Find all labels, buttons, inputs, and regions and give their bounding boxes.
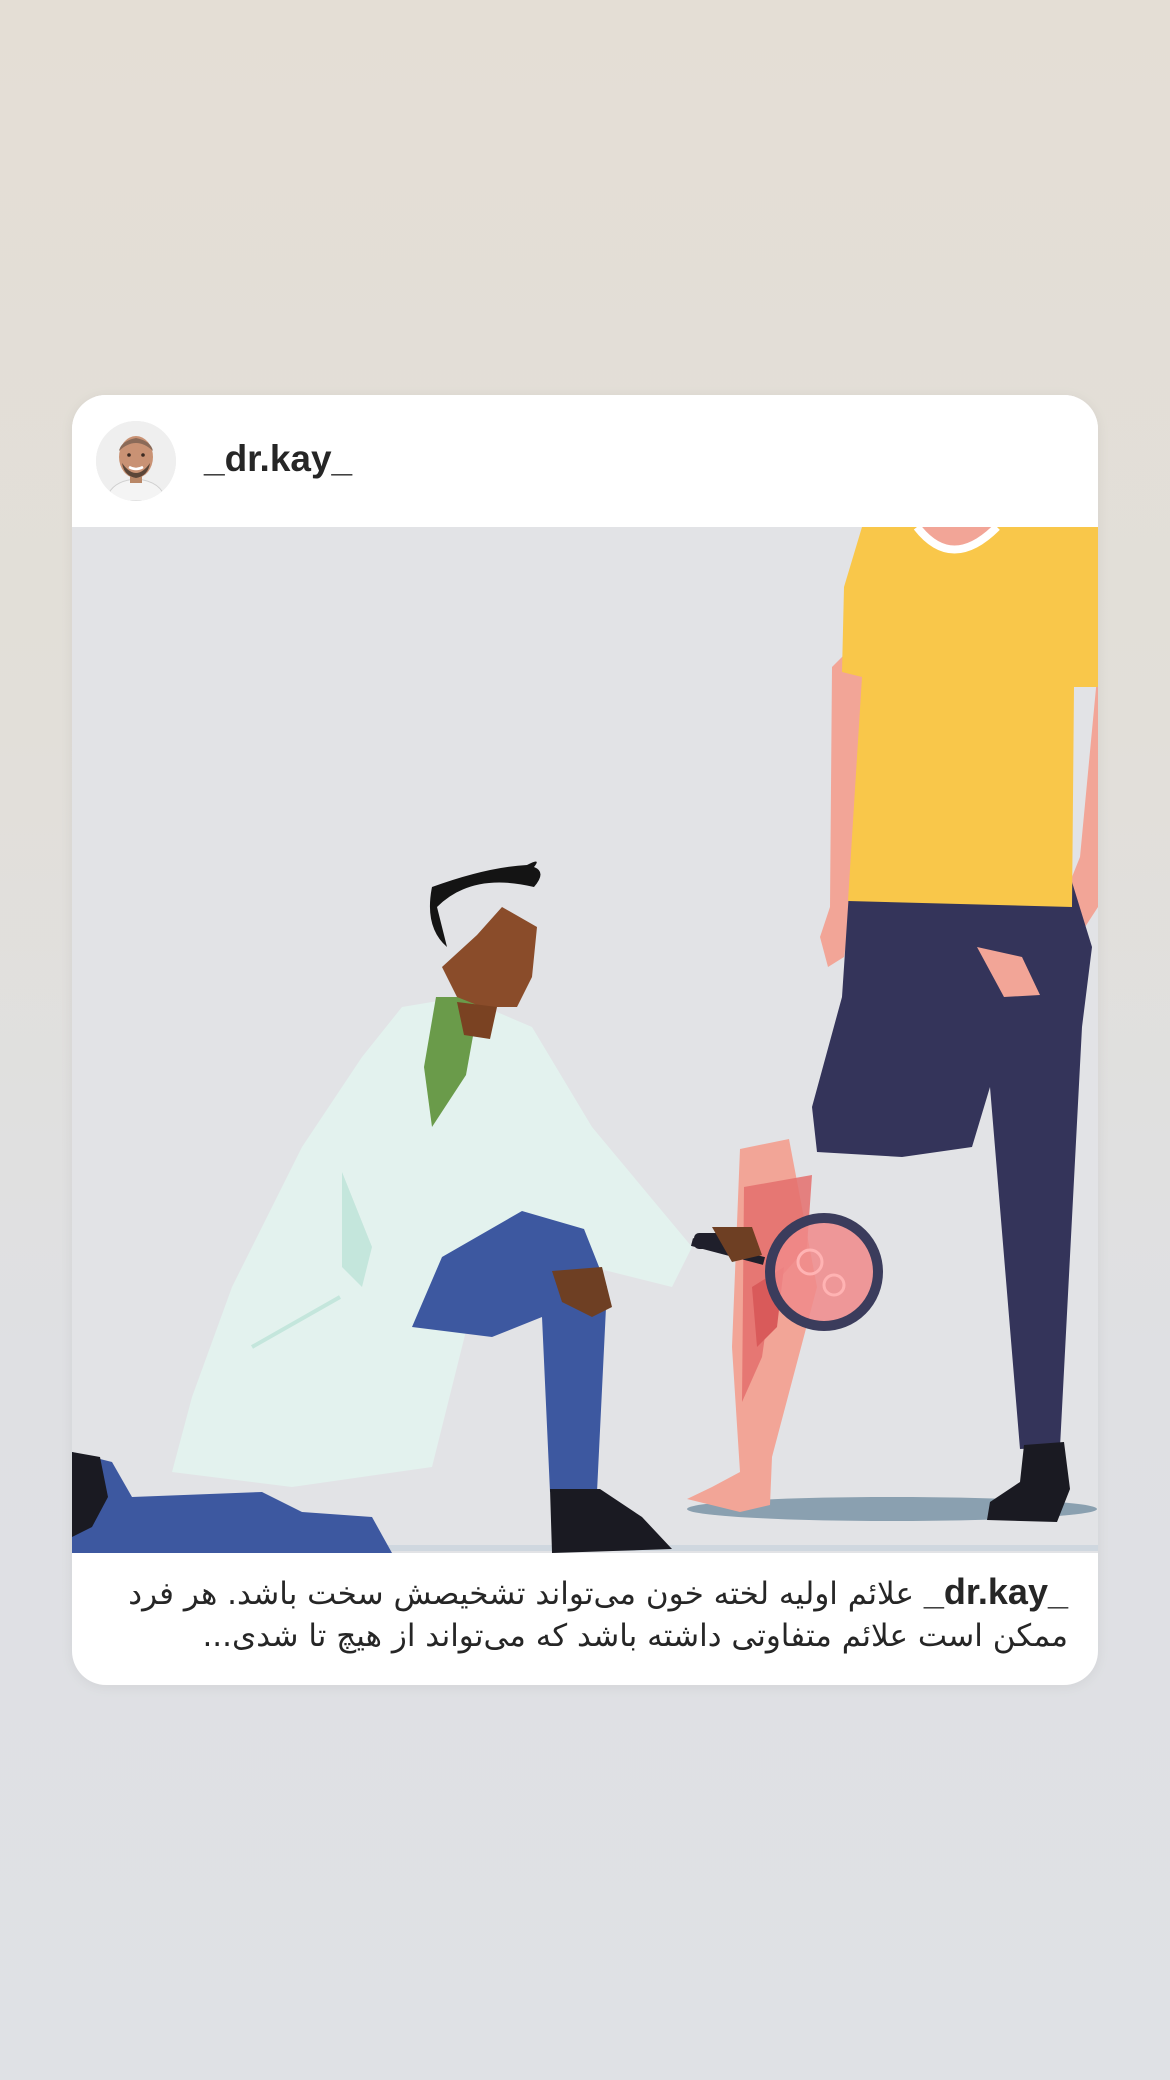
profile-photo-icon [96, 421, 176, 501]
post-image[interactable] [72, 527, 1098, 1553]
post-caption: _dr.kay_ علائم اولیه لخته خون می‌تواند ت… [96, 1571, 1068, 1657]
doctor-examining-leg-illustration-icon [72, 527, 1098, 1553]
caption-username[interactable]: _dr.kay_ [924, 1571, 1068, 1612]
avatar[interactable] [96, 421, 176, 501]
post-header: _dr.kay_ [72, 395, 1098, 527]
post-username[interactable]: _dr.kay_ [204, 435, 352, 483]
post-card: _dr.kay_ _dr.kay_ علائم اولیه لخته خون م… [72, 395, 1098, 1685]
